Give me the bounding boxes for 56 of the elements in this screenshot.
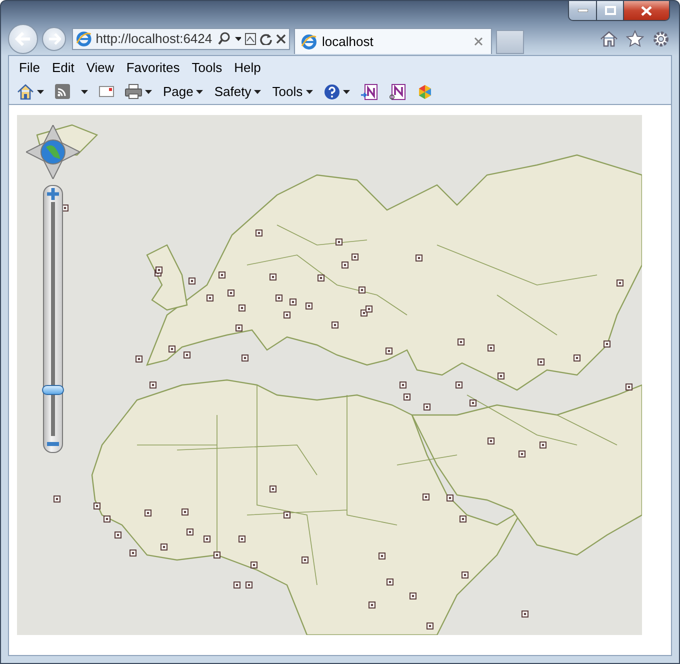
plus-icon xyxy=(47,188,59,200)
maximize-button[interactable] xyxy=(596,1,623,20)
caret-icon xyxy=(306,90,313,94)
forward-button[interactable] xyxy=(42,26,66,51)
menu-item[interactable]: Favorites xyxy=(120,60,186,75)
menu-item[interactable]: View xyxy=(80,60,120,75)
settings-icon xyxy=(652,30,670,48)
menu-item[interactable]: Help xyxy=(228,60,267,75)
close-icon xyxy=(276,34,286,44)
menu-item[interactable]: File xyxy=(13,60,46,75)
back-arrow-icon xyxy=(15,32,31,46)
favorites-button[interactable] xyxy=(624,28,646,50)
slider-thumb[interactable] xyxy=(42,385,64,396)
star-icon xyxy=(626,30,644,48)
close-icon xyxy=(641,6,652,16)
search-icon xyxy=(218,32,231,46)
back-button[interactable] xyxy=(8,24,38,54)
notebook-arrow-icon xyxy=(360,84,378,100)
printer-icon xyxy=(125,84,142,99)
command-menu-button[interactable]: Tools xyxy=(268,84,317,99)
command-menu-button[interactable]: Page xyxy=(159,84,208,99)
minimize-icon xyxy=(578,9,588,12)
caret-icon xyxy=(196,90,204,94)
refresh-icon xyxy=(260,32,272,45)
caret-icon xyxy=(145,90,152,94)
compatibility-icon xyxy=(245,32,256,45)
minus-icon xyxy=(47,442,59,446)
hexagon-logo-icon xyxy=(416,84,433,100)
zoom-slider[interactable] xyxy=(43,185,63,453)
home-button[interactable] xyxy=(598,28,620,49)
caret-icon xyxy=(254,90,262,94)
browser-tab[interactable]: localhost xyxy=(294,28,492,54)
browser-logo-icon xyxy=(301,34,317,50)
caret-icon xyxy=(234,36,242,41)
close-button[interactable] xyxy=(623,1,669,20)
menu-item[interactable]: Edit xyxy=(46,60,80,75)
address-field[interactable]: http://localhost:6424 xyxy=(72,28,290,50)
globe-compass-icon xyxy=(26,125,80,179)
zoom-in-button[interactable] xyxy=(44,186,62,202)
caret-icon xyxy=(342,90,350,94)
home-icon xyxy=(600,30,618,47)
close-icon xyxy=(474,37,483,46)
maximize-icon xyxy=(604,6,616,15)
envelope-icon xyxy=(99,86,114,97)
help-icon xyxy=(324,84,340,100)
feed-icon xyxy=(55,84,70,99)
notebook-chain-icon xyxy=(388,84,406,100)
browser-logo-icon xyxy=(76,30,92,47)
command-menu-button[interactable]: Safety xyxy=(210,84,266,99)
pan-control[interactable] xyxy=(26,125,80,179)
forward-arrow-icon xyxy=(48,32,60,45)
url-field[interactable]: http://localhost:6424 xyxy=(96,31,214,46)
menu-item[interactable]: Tools xyxy=(186,60,228,75)
caret-icon xyxy=(37,90,44,94)
caret-icon xyxy=(81,90,88,94)
home-icon xyxy=(17,84,34,100)
